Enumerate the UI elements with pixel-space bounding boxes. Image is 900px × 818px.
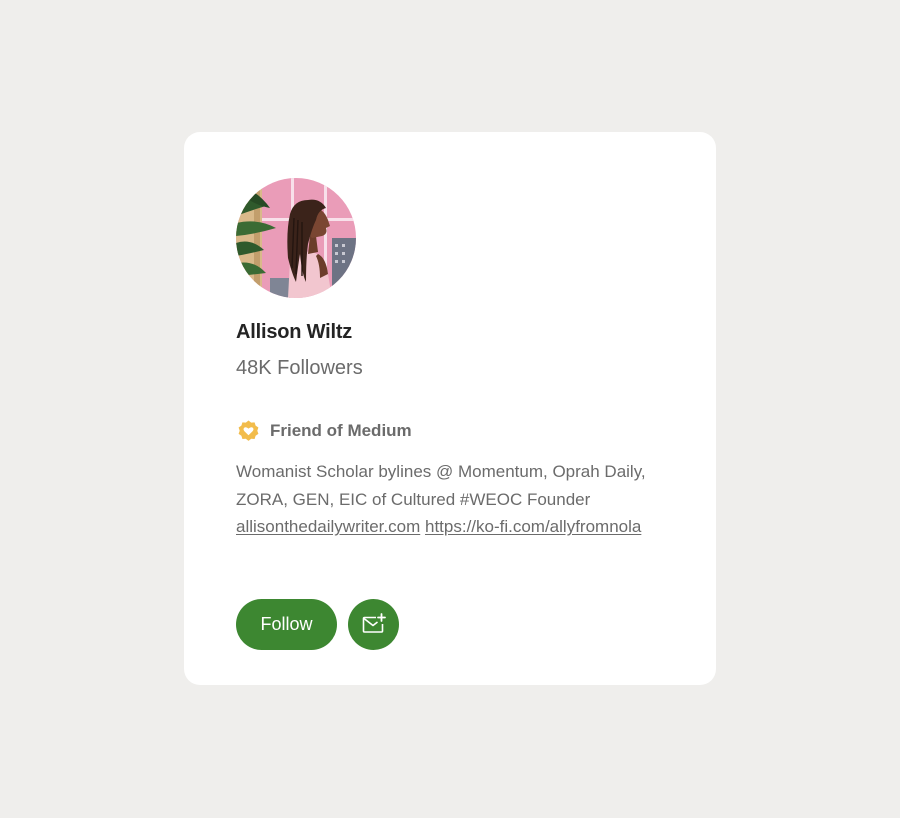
followers-count[interactable]: 48K Followers <box>236 357 363 380</box>
profile-name: Allison Wiltz <box>236 321 353 343</box>
badge-label: Friend of Medium <box>270 421 412 440</box>
follow-button[interactable]: Follow <box>236 599 337 650</box>
bio-text: Womanist Scholar bylines @ Momentum, Opr… <box>236 462 646 509</box>
subscribe-email-button[interactable] <box>348 599 399 650</box>
avatar-illustration-icon <box>236 178 356 298</box>
bio-link-website[interactable]: allisonthedailywriter.com <box>236 517 420 536</box>
profile-bio: Womanist Scholar bylines @ Momentum, Opr… <box>236 458 656 541</box>
heart-badge-icon <box>236 419 261 444</box>
avatar[interactable] <box>236 178 356 298</box>
mail-plus-icon <box>362 613 386 633</box>
profile-card: Allison Wiltz 48K Followers Friend of Me… <box>184 132 716 685</box>
membership-badge: Friend of Medium <box>236 419 412 443</box>
bio-link-kofi[interactable]: https://ko-fi.com/allyfromnola <box>425 517 641 536</box>
